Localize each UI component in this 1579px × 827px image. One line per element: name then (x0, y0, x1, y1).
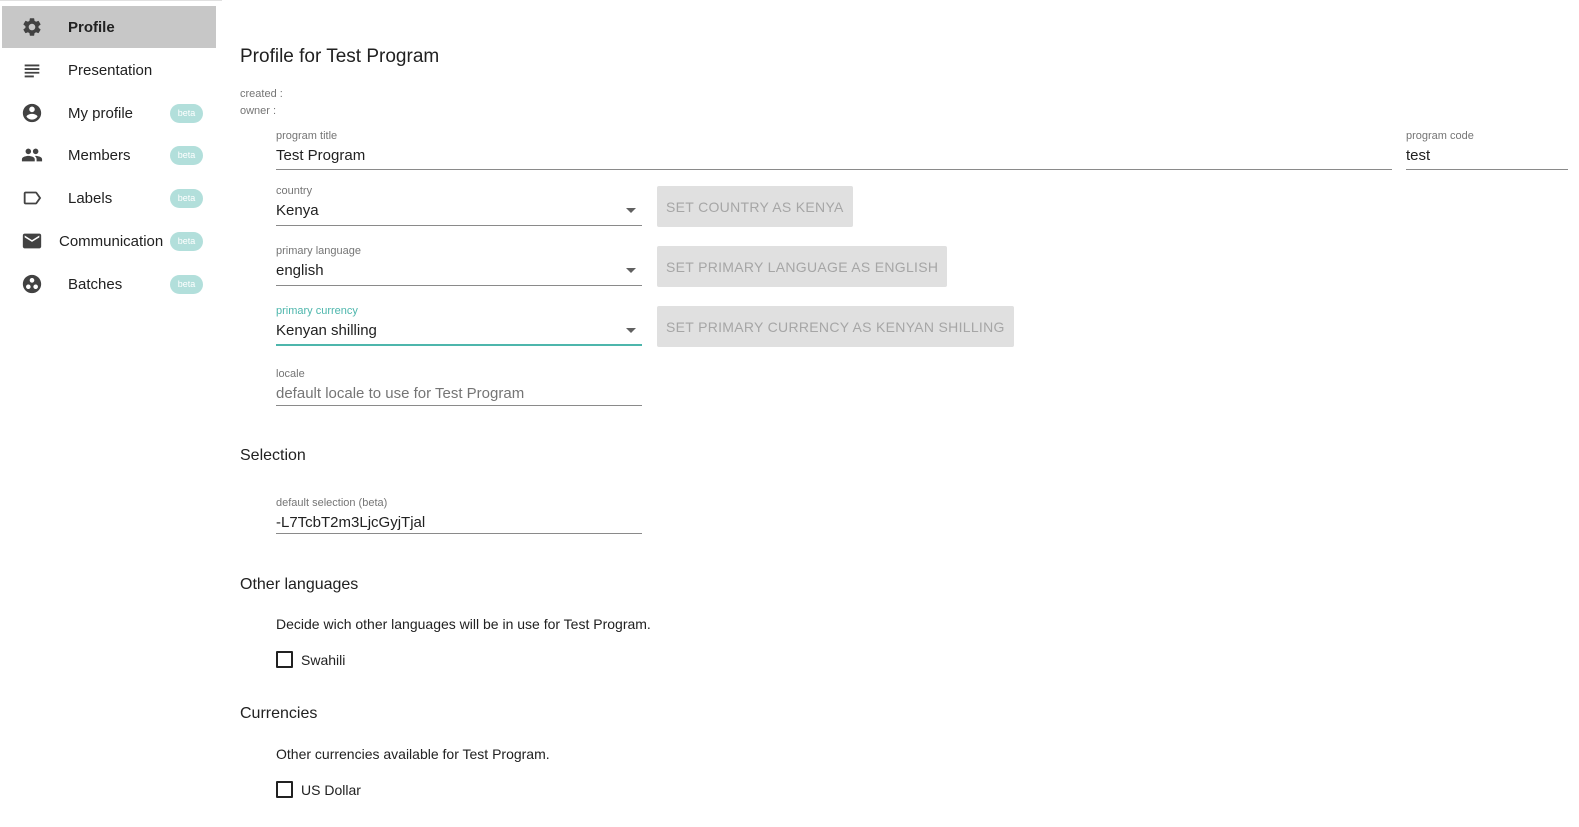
primary-language-select[interactable]: primary language english (276, 245, 642, 286)
swahili-checkbox-row[interactable]: Swahili (276, 651, 345, 668)
field-label: default selection (beta) (276, 497, 388, 509)
checkbox-label: US Dollar (301, 781, 361, 798)
selection-section-title: Selection (240, 447, 306, 464)
batches-icon (20, 272, 44, 296)
sidebar-item-label: Labels (68, 189, 113, 207)
us-dollar-checkbox-row[interactable]: US Dollar (276, 781, 361, 798)
sidebar-item-batches[interactable]: Batches beta (2, 263, 216, 305)
default-selection-value[interactable]: -L7TcbT2m3LjcGyjTjal (276, 514, 425, 531)
field-underline (276, 225, 642, 226)
set-country-button[interactable]: SET COUNTRY AS KENYA (657, 186, 853, 227)
other-languages-section-title: Other languages (240, 576, 359, 593)
primary-language-value: english (276, 262, 324, 279)
account-circle-icon (20, 101, 44, 125)
field-label: primary language (276, 245, 361, 257)
sidebar-item-presentation[interactable]: Presentation (2, 49, 216, 91)
sidebar-item-members[interactable]: Members beta (2, 134, 216, 176)
lines-icon (20, 58, 44, 82)
sidebar-item-label: Batches (68, 275, 123, 293)
page-title: Profile for Test Program (240, 46, 440, 67)
program-code-field[interactable]: program code test (1406, 130, 1568, 170)
gear-icon (20, 15, 44, 39)
sidebar-item-my-profile[interactable]: My profile beta (2, 92, 216, 134)
locale-input[interactable]: default locale to use for Test Program (276, 385, 524, 402)
beta-badge: beta (170, 274, 203, 294)
field-label: country (276, 185, 313, 197)
other-languages-description: Decide wich other languages will be in u… (276, 616, 651, 632)
sidebar-item-profile[interactable]: Profile (2, 6, 216, 48)
field-underline (276, 285, 642, 286)
currencies-section-title: Currencies (240, 705, 318, 722)
program-title-field[interactable]: program title Test Program (276, 130, 1392, 170)
owner-label: owner : (240, 105, 277, 117)
field-underline (276, 533, 642, 534)
sidebar-item-label: Presentation (68, 61, 153, 79)
primary-currency-select[interactable]: primary currency Kenyan shilling (276, 305, 642, 346)
sidebar-item-label: Communication (59, 232, 164, 250)
mail-icon (20, 229, 44, 253)
field-underline (276, 169, 1392, 170)
dropdown-arrow-icon[interactable] (626, 208, 636, 213)
beta-badge: beta (170, 145, 203, 165)
program-title-value[interactable]: Test Program (276, 147, 365, 164)
sidebar-item-labels[interactable]: Labels beta (2, 177, 216, 219)
locale-field[interactable]: locale default locale to use for Test Pr… (276, 368, 642, 406)
us-dollar-checkbox[interactable] (276, 781, 293, 798)
field-underline (276, 344, 642, 346)
field-underline (276, 405, 642, 406)
field-label: primary currency (276, 305, 358, 317)
set-primary-language-button[interactable]: SET PRIMARY LANGUAGE AS ENGLISH (657, 246, 948, 287)
currencies-description: Other currencies available for Test Prog… (276, 746, 550, 762)
set-primary-currency-button[interactable]: SET PRIMARY CURRENCY AS KENYAN SHILLING (657, 306, 1014, 347)
people-icon (20, 143, 44, 167)
sidebar: Profile Presentation My profile beta Mem… (0, 0, 222, 827)
swahili-checkbox[interactable] (276, 651, 293, 668)
field-underline (1406, 169, 1568, 170)
program-code-value[interactable]: test (1406, 147, 1430, 164)
primary-currency-value: Kenyan shilling (276, 322, 377, 339)
field-label: program code (1406, 130, 1474, 142)
dropdown-arrow-icon[interactable] (626, 328, 636, 333)
dropdown-arrow-icon[interactable] (626, 268, 636, 273)
default-selection-field[interactable]: default selection (beta) -L7TcbT2m3LjcGy… (276, 497, 642, 534)
created-label: created : (240, 88, 283, 100)
field-label: locale (276, 368, 305, 380)
field-label: program title (276, 130, 338, 142)
sidebar-item-label: My profile (68, 104, 134, 122)
country-value: Kenya (276, 202, 319, 219)
sidebar-item-label: Profile (68, 18, 115, 36)
beta-badge: beta (170, 188, 203, 208)
beta-badge: beta (170, 103, 203, 123)
sidebar-item-communication[interactable]: Communication beta (2, 220, 216, 262)
country-select[interactable]: country Kenya (276, 185, 642, 226)
checkbox-label: Swahili (301, 651, 346, 668)
sidebar-item-label: Members (68, 146, 131, 164)
beta-badge: beta (170, 231, 203, 251)
label-icon (20, 186, 44, 210)
